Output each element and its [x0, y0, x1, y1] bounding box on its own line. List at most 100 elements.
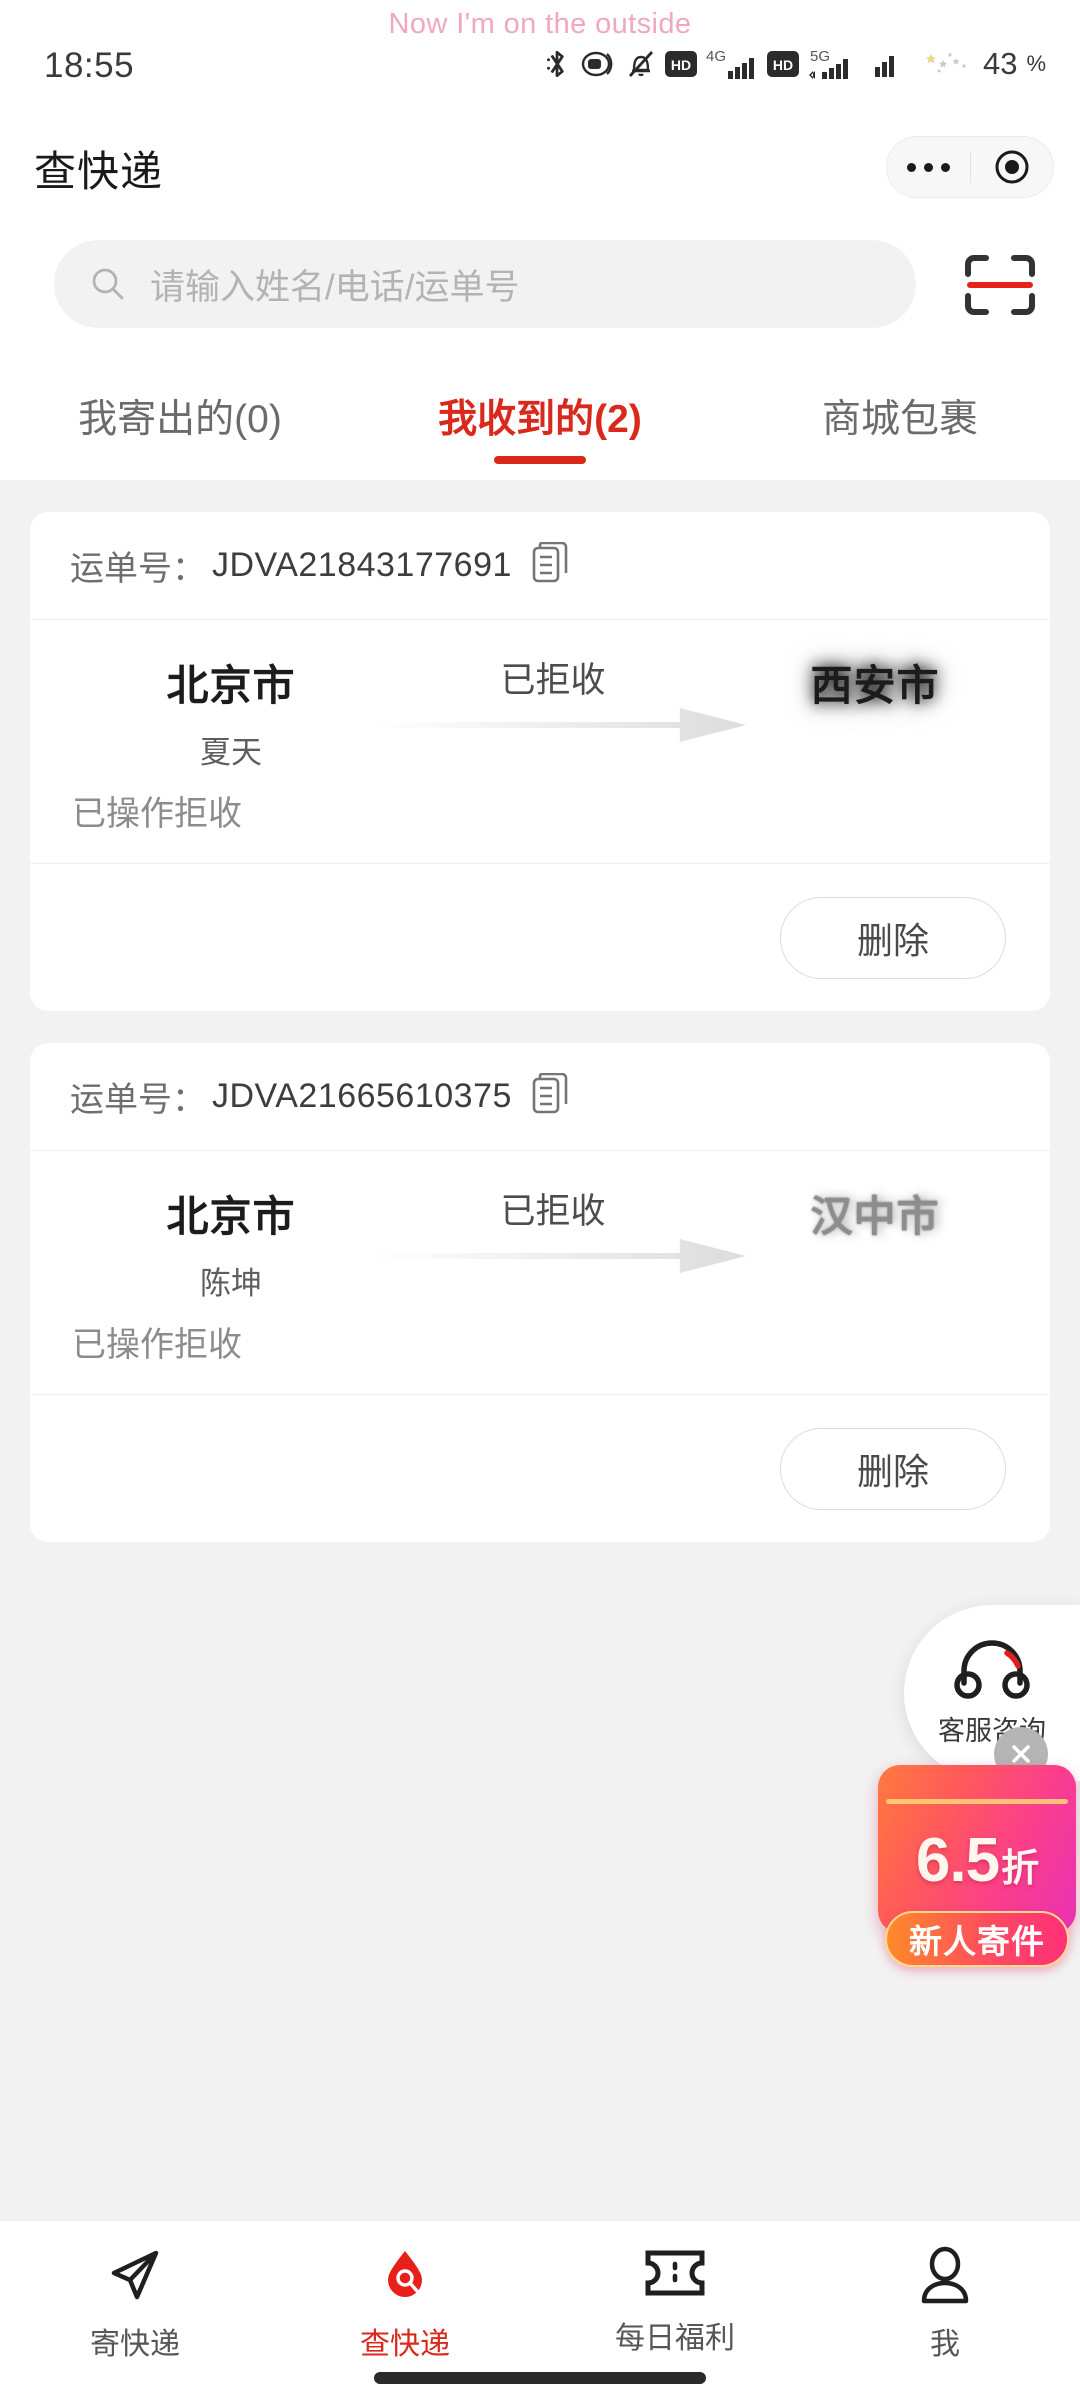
scan-code-button[interactable]	[964, 254, 1036, 316]
nav-item-send-express[interactable]: 寄快递	[0, 2221, 270, 2400]
ellipsis-dot-icon	[924, 162, 933, 172]
destination-city: 西安市	[810, 662, 940, 709]
search-bar-row: 请输入姓名/电话/运单号	[0, 216, 1080, 352]
tab-bar: 我寄出的(0) 我收到的(2) 商城包裹	[0, 352, 1080, 480]
status-bar-clock: 18:55	[44, 46, 135, 85]
headphones-icon	[954, 1639, 1030, 1699]
copy-icon[interactable]	[532, 1072, 568, 1120]
search-placeholder: 请输入姓名/电话/运单号	[150, 267, 520, 307]
page-title: 查快递	[34, 148, 164, 195]
origin-contact-name: 陈坤	[200, 1266, 262, 1301]
route-status-area: 已拒收	[366, 1183, 746, 1273]
paper-plane-icon	[111, 2250, 159, 2300]
waybill-label: 运单号：	[70, 550, 206, 588]
nav-label-daily-benefits: 每日福利	[615, 2322, 735, 2355]
package-card[interactable]: 运单号： JDVA21665610375 北京市 陈坤 已拒收 汉中市 已操作拒…	[30, 1043, 1050, 1542]
svg-text:5G: 5G	[810, 48, 830, 65]
route-status-area: 已拒收	[366, 652, 746, 742]
promo-amount-wrap: 6.5折	[915, 1825, 1039, 1896]
nav-label-profile: 我	[930, 2328, 960, 2361]
status-bar-icons: HD 4G HD 5G 43 %	[544, 44, 1046, 84]
origin-contact-name: 夏天	[200, 735, 262, 770]
package-card[interactable]: 运单号： JDVA21843177691 北京市 夏天 已拒收 西安市 已操作拒…	[30, 512, 1050, 1011]
ticket-icon	[645, 2250, 705, 2296]
search-drop-icon	[388, 2251, 422, 2297]
promo-amount: 6.5	[915, 1825, 1000, 1895]
delete-button[interactable]: 删除	[780, 896, 1006, 979]
svg-text:HD: HD	[773, 57, 793, 73]
battery-percent-unit: %	[1026, 51, 1046, 76]
customer-service-button[interactable]: 客服咨询	[904, 1605, 1080, 1781]
4g-signal-icon: 4G	[706, 48, 754, 79]
destination-city: 汉中市	[810, 1193, 940, 1240]
title-bar: 查快递	[0, 118, 1080, 216]
tab-sent[interactable]: 我寄出的(0)	[0, 352, 360, 480]
bluetooth-icon	[546, 50, 564, 78]
close-miniprogram-button[interactable]	[971, 147, 1053, 187]
tab-received-label: 我收到的(2)	[438, 398, 642, 441]
miniprogram-capsule	[886, 136, 1054, 198]
home-indicator	[374, 2372, 706, 2384]
delivery-status: 已拒收	[500, 1192, 606, 1231]
origin-city: 北京市	[166, 662, 296, 709]
promo-discount-card: 6.5折	[878, 1765, 1076, 1933]
origin-city: 北京市	[166, 1193, 296, 1240]
waybill-number: JDVA21843177691	[212, 546, 512, 584]
search-input[interactable]: 请输入姓名/电话/运单号	[54, 240, 916, 328]
waybill-number: JDVA21665610375	[212, 1077, 512, 1115]
5g-signal-icon: 5G	[808, 48, 848, 79]
mute-bell-icon	[628, 51, 653, 77]
package-card-header: 运单号： JDVA21665610375	[30, 1043, 1050, 1151]
package-sub-status: 已操作拒收	[72, 1326, 242, 1364]
search-icon	[92, 268, 124, 300]
signal-icon	[874, 56, 894, 77]
target-circle-icon	[995, 150, 1029, 184]
delete-button[interactable]: 删除	[780, 1427, 1006, 1510]
svg-text:4G: 4G	[706, 48, 726, 65]
person-icon	[921, 2246, 969, 2304]
package-card-actions: 删除	[30, 863, 1050, 1011]
package-route: 北京市 夏天 已拒收 西安市	[30, 620, 1050, 780]
promo-badge[interactable]: 新人寄件	[885, 1911, 1069, 1967]
tab-mall-packages-label: 商城包裹	[821, 398, 978, 441]
delivery-status: 已拒收	[500, 661, 606, 700]
tab-mall-packages[interactable]: 商城包裹	[720, 352, 1080, 480]
lyric-overlay-text: Now I'm on the outside	[388, 8, 692, 40]
app-screen: Now I'm on the outside 18:55 HD 4G HD 5G…	[0, 0, 1080, 2400]
route-origin: 北京市 陈坤	[96, 1183, 366, 1303]
route-arrow-icon	[372, 1239, 746, 1273]
copy-glyph-icon	[532, 1072, 568, 1114]
battery-percent: 43	[982, 46, 1018, 81]
promo-unit: 折	[1001, 1847, 1039, 1890]
copy-icon[interactable]	[532, 541, 568, 589]
promo-banner[interactable]: 6.5折 新人寄件	[878, 1727, 1076, 1967]
status-bar: Now I'm on the outside 18:55 HD 4G HD 5G…	[0, 0, 1080, 118]
nav-label-send-express: 寄快递	[90, 2328, 180, 2361]
waybill-label: 运单号：	[70, 1081, 206, 1119]
route-destination: 西安市	[740, 652, 1010, 713]
headset-icon	[581, 51, 613, 77]
ellipsis-dot-icon	[907, 162, 916, 172]
nav-item-profile[interactable]: 我	[810, 2221, 1080, 2400]
package-card-actions: 删除	[30, 1394, 1050, 1542]
route-origin: 北京市 夏天	[96, 652, 366, 772]
do-not-disturb-moon-icon	[913, 53, 966, 75]
svg-text:HD: HD	[671, 57, 691, 73]
tab-active-indicator	[494, 456, 586, 464]
package-sub-status: 已操作拒收	[72, 795, 242, 833]
copy-glyph-icon	[532, 541, 568, 583]
tab-received[interactable]: 我收到的(2)	[360, 352, 720, 480]
more-options-button[interactable]	[887, 162, 970, 172]
hd-icon: HD	[766, 51, 799, 77]
scan-code-icon	[965, 255, 1035, 315]
tab-sent-label: 我寄出的(0)	[78, 398, 282, 441]
package-route: 北京市 陈坤 已拒收 汉中市	[30, 1151, 1050, 1311]
route-destination: 汉中市	[740, 1183, 1010, 1244]
ellipsis-dot-icon	[941, 162, 950, 172]
package-card-header: 运单号： JDVA21843177691	[30, 512, 1050, 620]
package-list: 运单号： JDVA21843177691 北京市 夏天 已拒收 西安市 已操作拒…	[0, 480, 1080, 1542]
nav-label-track-express: 查快递	[360, 2328, 450, 2361]
bottom-navigation: 寄快递 查快递 每日福利 我	[0, 2220, 1080, 2400]
route-arrow-icon	[372, 708, 746, 742]
hd-icon: HD	[664, 51, 697, 77]
